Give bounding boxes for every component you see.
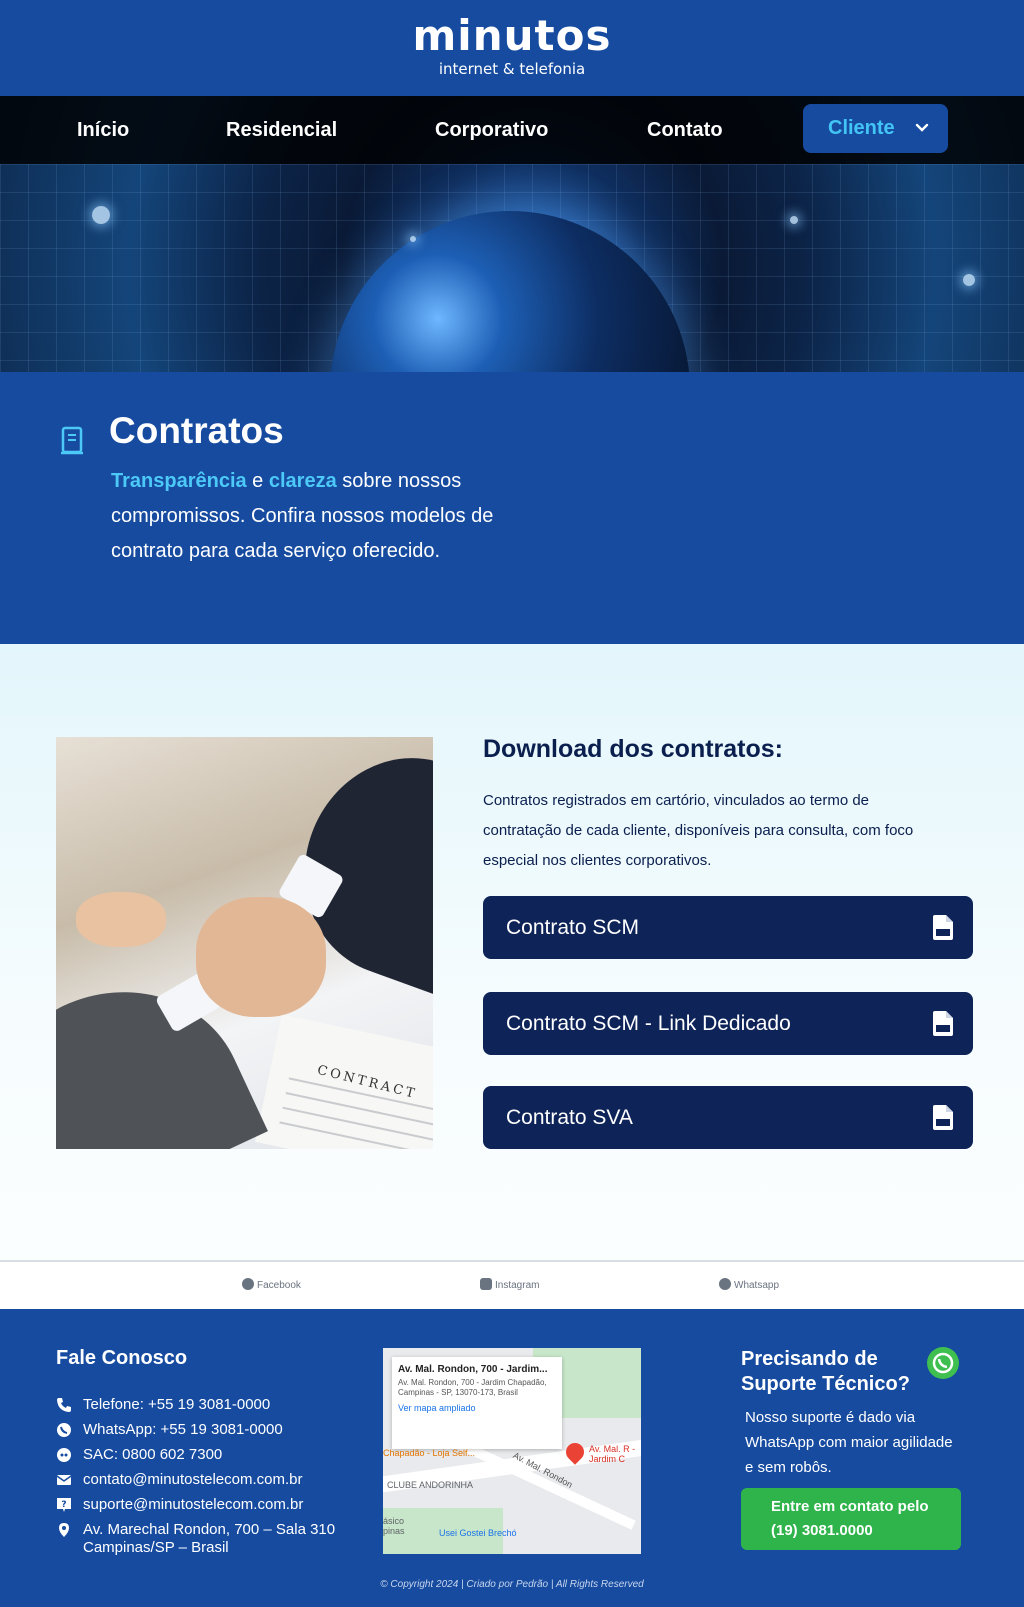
facebook-icon <box>242 1278 254 1290</box>
whatsapp-link[interactable]: Whatsapp <box>719 1278 779 1291</box>
map-label: Chapadão - Loja Self... <box>383 1448 476 1458</box>
downloads-description: Contratos registrados em cartório, vincu… <box>483 792 914 869</box>
social-links-bar: Facebook Instagram Whatsapp <box>0 1260 1024 1309</box>
instagram-icon <box>480 1278 492 1290</box>
downloads-title: Download dos contratos: <box>483 735 783 763</box>
intro-highlight-clareza: clareza <box>268 470 337 492</box>
pdf-icon <box>933 915 953 940</box>
whatsapp-icon <box>57 1423 71 1437</box>
contact-phone-text: Telefone: +55 19 3081-0000 <box>83 1396 271 1413</box>
document-icon <box>61 426 83 455</box>
photo-handshake <box>196 897 326 1017</box>
contact-title: Fale Conosco <box>56 1347 188 1369</box>
contract-button-label: Contrato SCM - Link Dedicado <box>506 1012 791 1035</box>
main-nav: Início Residencial Corporativo Contato C… <box>0 96 1024 164</box>
facebook-label: Facebook <box>257 1280 301 1291</box>
cliente-label: Cliente <box>828 117 895 139</box>
intro-text: Transparência e clareza sobre nossos com… <box>111 464 551 569</box>
chevron-down-icon <box>915 123 929 132</box>
support-contact-button[interactable]: Entre em contato pelo (19) 3081.0000 <box>741 1488 961 1550</box>
map-label: CLUBE ANDORINHA <box>387 1480 474 1490</box>
support-title: Precisando de Suporte Técnico? <box>741 1348 910 1395</box>
map-label: ásico pinas <box>383 1516 405 1536</box>
downloads-section: CONTRACT Download dos contratos: Contrat… <box>0 644 1024 1260</box>
cliente-dropdown-button[interactable]: Cliente <box>803 104 948 153</box>
pdf-icon <box>933 1011 953 1036</box>
nav-item-contato[interactable]: Contato <box>647 96 723 164</box>
map-card-address: Av. Mal. Rondon, 700 - Jardim Chapadão, … <box>398 1378 547 1397</box>
nav-item-corporativo[interactable]: Corporativo <box>435 96 548 164</box>
instagram-label: Instagram <box>495 1280 540 1291</box>
contract-button-label: Contrato SCM <box>506 916 640 939</box>
facebook-link[interactable]: Facebook <box>242 1278 301 1291</box>
minutos-logo[interactable]: minutos internet & telefonia <box>412 12 612 82</box>
hero-light <box>963 274 975 286</box>
footer: Fale Conosco Telefone: +55 19 3081-0000 … <box>0 1309 1024 1607</box>
map-label: Usei Gostei Brechó <box>439 1528 517 1538</box>
contact-address-line1: Av. Marechal Rondon, 700 – Sala 310 <box>83 1521 336 1538</box>
svg-text:?: ? <box>61 1500 66 1510</box>
nav-item-inicio[interactable]: Início <box>77 96 129 164</box>
hero-light <box>410 236 416 242</box>
contact-sac-text: SAC: 0800 602 7300 <box>83 1446 223 1463</box>
intro-highlight-transparencia: Transparência <box>111 470 247 492</box>
instagram-link[interactable]: Instagram <box>480 1278 539 1291</box>
whatsapp-icon[interactable] <box>927 1347 959 1379</box>
support-btn-line1: Entre em contato pelo <box>771 1498 929 1515</box>
handshake-photo: CONTRACT <box>56 737 433 1149</box>
pdf-icon <box>933 1105 953 1130</box>
map-card-title: Av. Mal. Rondon, 700 - Jardim... <box>398 1364 548 1375</box>
photo-hand <box>76 892 166 947</box>
whatsapp-icon <box>719 1278 731 1290</box>
page-title: Contratos <box>109 410 284 451</box>
support-text: Nosso suporte é dado via WhatsApp com ma… <box>745 1409 953 1476</box>
contact-support-text: suporte@minutostelecom.com.br <box>83 1496 304 1513</box>
contact-email-text: contato@minutostelecom.com.br <box>83 1471 303 1488</box>
logo-wordmark: minutos <box>412 11 612 60</box>
mail-icon <box>56 1475 72 1485</box>
map-enlarge-link[interactable]: Ver mapa ampliado <box>398 1403 556 1413</box>
hero-light <box>92 206 110 224</box>
map-label: Av. Mal. R - Jardim C <box>589 1444 636 1464</box>
support-btn-line2: (19) 3081.0000 <box>771 1522 873 1539</box>
contracts-title-section: Contratos Transparência e clareza sobre … <box>0 372 1024 644</box>
map-info-card: Av. Mal. Rondon, 700 - Jardim... Av. Mal… <box>392 1357 562 1449</box>
top-header: minutos internet & telefonia <box>0 0 1024 96</box>
contract-scm-link-dedicado-button[interactable]: Contrato SCM - Link Dedicado <box>483 992 973 1055</box>
copyright: © Copyright 2024 | Criado por Pedrão | A… <box>380 1579 644 1590</box>
sac-icon <box>57 1448 71 1462</box>
phone-icon <box>57 1398 71 1412</box>
contact-address-line2: Campinas/SP – Brasil <box>83 1539 229 1556</box>
contact-whatsapp-text: WhatsApp: +55 19 3081-0000 <box>83 1421 283 1438</box>
location-icon <box>59 1523 69 1537</box>
support-icon: ? <box>57 1498 71 1512</box>
contract-button-label: Contrato SVA <box>506 1106 633 1129</box>
location-map[interactable]: Av. Mal. Rondon, 700 - Jardim... Av. Mal… <box>383 1348 641 1554</box>
logo-tagline: internet & telefonia <box>438 60 586 78</box>
nav-item-residencial[interactable]: Residencial <box>226 96 337 164</box>
contract-sva-button[interactable]: Contrato SVA <box>483 1086 973 1149</box>
intro-connector: e <box>246 470 269 492</box>
whatsapp-label: Whatsapp <box>734 1280 780 1291</box>
contract-scm-button[interactable]: Contrato SCM <box>483 896 973 959</box>
hero-light <box>790 216 798 224</box>
